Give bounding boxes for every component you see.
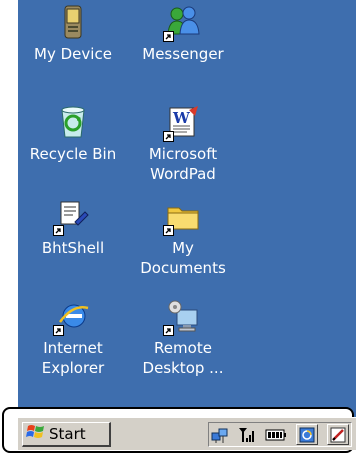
desktop-icon-label: My (172, 239, 194, 257)
desktop-icon-messenger[interactable]: Messenger (128, 4, 238, 64)
internet-explorer-icon (53, 298, 91, 336)
desktop-icon-label: Desktop ... (142, 359, 224, 377)
svg-text:W: W (172, 109, 191, 127)
desktop-icon-label: Recycle Bin (29, 145, 117, 163)
desktop-icon-label: BhtShell (41, 239, 105, 257)
my-device-icon (55, 4, 91, 40)
desktop-icon-remote-desktop[interactable]: Remote Desktop ... (128, 298, 238, 378)
shortcut-arrow-icon (163, 225, 174, 236)
desktop-icon-internet-explorer[interactable]: Internet Explorer (18, 298, 128, 378)
desktop-icon-label: Documents (140, 259, 226, 277)
shortcut-arrow-icon (163, 325, 174, 336)
desktop-icon-label: Messenger (142, 45, 224, 63)
taskbar: Start (18, 417, 356, 450)
shortcut-arrow-icon (53, 325, 64, 336)
battery-icon[interactable] (265, 425, 287, 445)
desktop-icon-label: Remote (154, 339, 212, 357)
desktop-icon-label: My Device (34, 45, 112, 63)
desktop-icon-recycle-bin[interactable]: Recycle Bin (18, 104, 128, 164)
documents-folder-icon (163, 198, 201, 236)
shortcut-arrow-icon (163, 31, 174, 42)
remote-desktop-icon (163, 298, 201, 336)
desktop-icon-label: WordPad (150, 165, 216, 183)
network-icon[interactable] (211, 425, 229, 445)
start-button[interactable]: Start (22, 422, 111, 447)
bhtshell-icon (53, 198, 91, 236)
input-panel-icon[interactable] (327, 424, 349, 445)
shortcut-arrow-icon (53, 225, 64, 236)
desktop-icon-my-device[interactable]: My Device (18, 4, 128, 64)
shortcut-arrow-icon (163, 131, 174, 142)
desktop-icon-label: Internet (43, 339, 103, 357)
desktop-icon-bhtshell[interactable]: BhtShell (18, 198, 128, 258)
system-tray (208, 422, 352, 447)
desktop-icon-wordpad[interactable]: W Microsoft WordPad (128, 104, 238, 184)
desktop: My Device Messenger Recycle Bin W Micros… (18, 0, 356, 417)
desktop-toggle-icon[interactable] (296, 424, 318, 445)
wordpad-icon: W (163, 104, 201, 142)
signal-strength-icon[interactable] (238, 425, 256, 445)
desktop-icon-label: Explorer (41, 359, 105, 377)
messenger-icon (163, 4, 201, 42)
start-label: Start (49, 425, 86, 443)
recycle-bin-icon (55, 104, 91, 140)
desktop-icon-my-documents[interactable]: My Documents (128, 198, 238, 278)
desktop-icon-label: Microsoft (148, 145, 218, 163)
windows-logo-icon (26, 423, 46, 445)
